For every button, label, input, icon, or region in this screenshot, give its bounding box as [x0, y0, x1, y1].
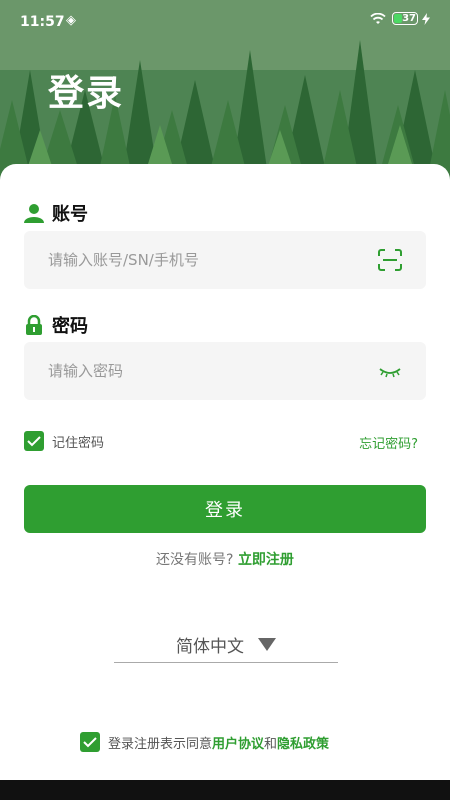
agreement-and: 和	[264, 736, 278, 752]
language-select[interactable]: 简体中文	[114, 626, 338, 663]
dropdown-arrow-icon[interactable]	[258, 637, 276, 651]
eye-closed-icon[interactable]	[378, 360, 402, 382]
agreement-checkbox[interactable]	[80, 732, 100, 752]
account-label: 账号	[52, 204, 88, 225]
password-field[interactable]	[24, 342, 426, 400]
agreement-prefix: 登录注册表示同意	[108, 736, 213, 752]
remember-checkbox[interactable]	[24, 431, 44, 451]
home-indicator-bar	[0, 780, 450, 800]
status-icons: 37	[370, 12, 430, 25]
account-label-row: 账号	[24, 200, 88, 226]
page-title: 登录	[48, 73, 125, 114]
remember-row: 记住密码	[24, 431, 104, 451]
check-icon	[83, 737, 97, 748]
charging-icon	[422, 12, 430, 25]
status-time: 11:57	[20, 14, 65, 30]
user-agreement-link[interactable]: 用户协议	[212, 737, 264, 752]
battery-level: 37	[402, 13, 416, 24]
login-button[interactable]: 登录	[24, 485, 426, 533]
account-input[interactable]	[48, 251, 348, 269]
lock-icon	[26, 315, 42, 335]
forgot-password-link[interactable]: 忘记密码?	[359, 433, 418, 452]
remember-label[interactable]: 记住密码	[52, 432, 104, 451]
account-field[interactable]	[24, 231, 426, 289]
status-bar: 11:57 ◈ 37	[0, 0, 450, 44]
password-label: 密码	[52, 316, 88, 337]
scan-icon[interactable]	[378, 249, 402, 271]
agreement-row: 登录注册表示同意用户协议和隐私政策	[80, 732, 329, 752]
wifi-icon	[370, 12, 386, 24]
privacy-policy-link[interactable]: 隐私政策	[277, 737, 329, 752]
location-icon: ◈	[66, 13, 76, 28]
check-icon	[27, 436, 41, 447]
password-input[interactable]	[48, 362, 348, 380]
language-selected[interactable]: 简体中文	[176, 632, 244, 657]
register-link[interactable]: 立即注册	[238, 552, 294, 568]
login-card: 账号 密码 记住密码 忘记	[0, 164, 450, 800]
register-row: 还没有账号? 立即注册	[0, 549, 450, 569]
user-icon	[24, 204, 44, 223]
password-label-row: 密码	[24, 312, 88, 338]
register-prompt: 还没有账号?	[156, 552, 234, 568]
